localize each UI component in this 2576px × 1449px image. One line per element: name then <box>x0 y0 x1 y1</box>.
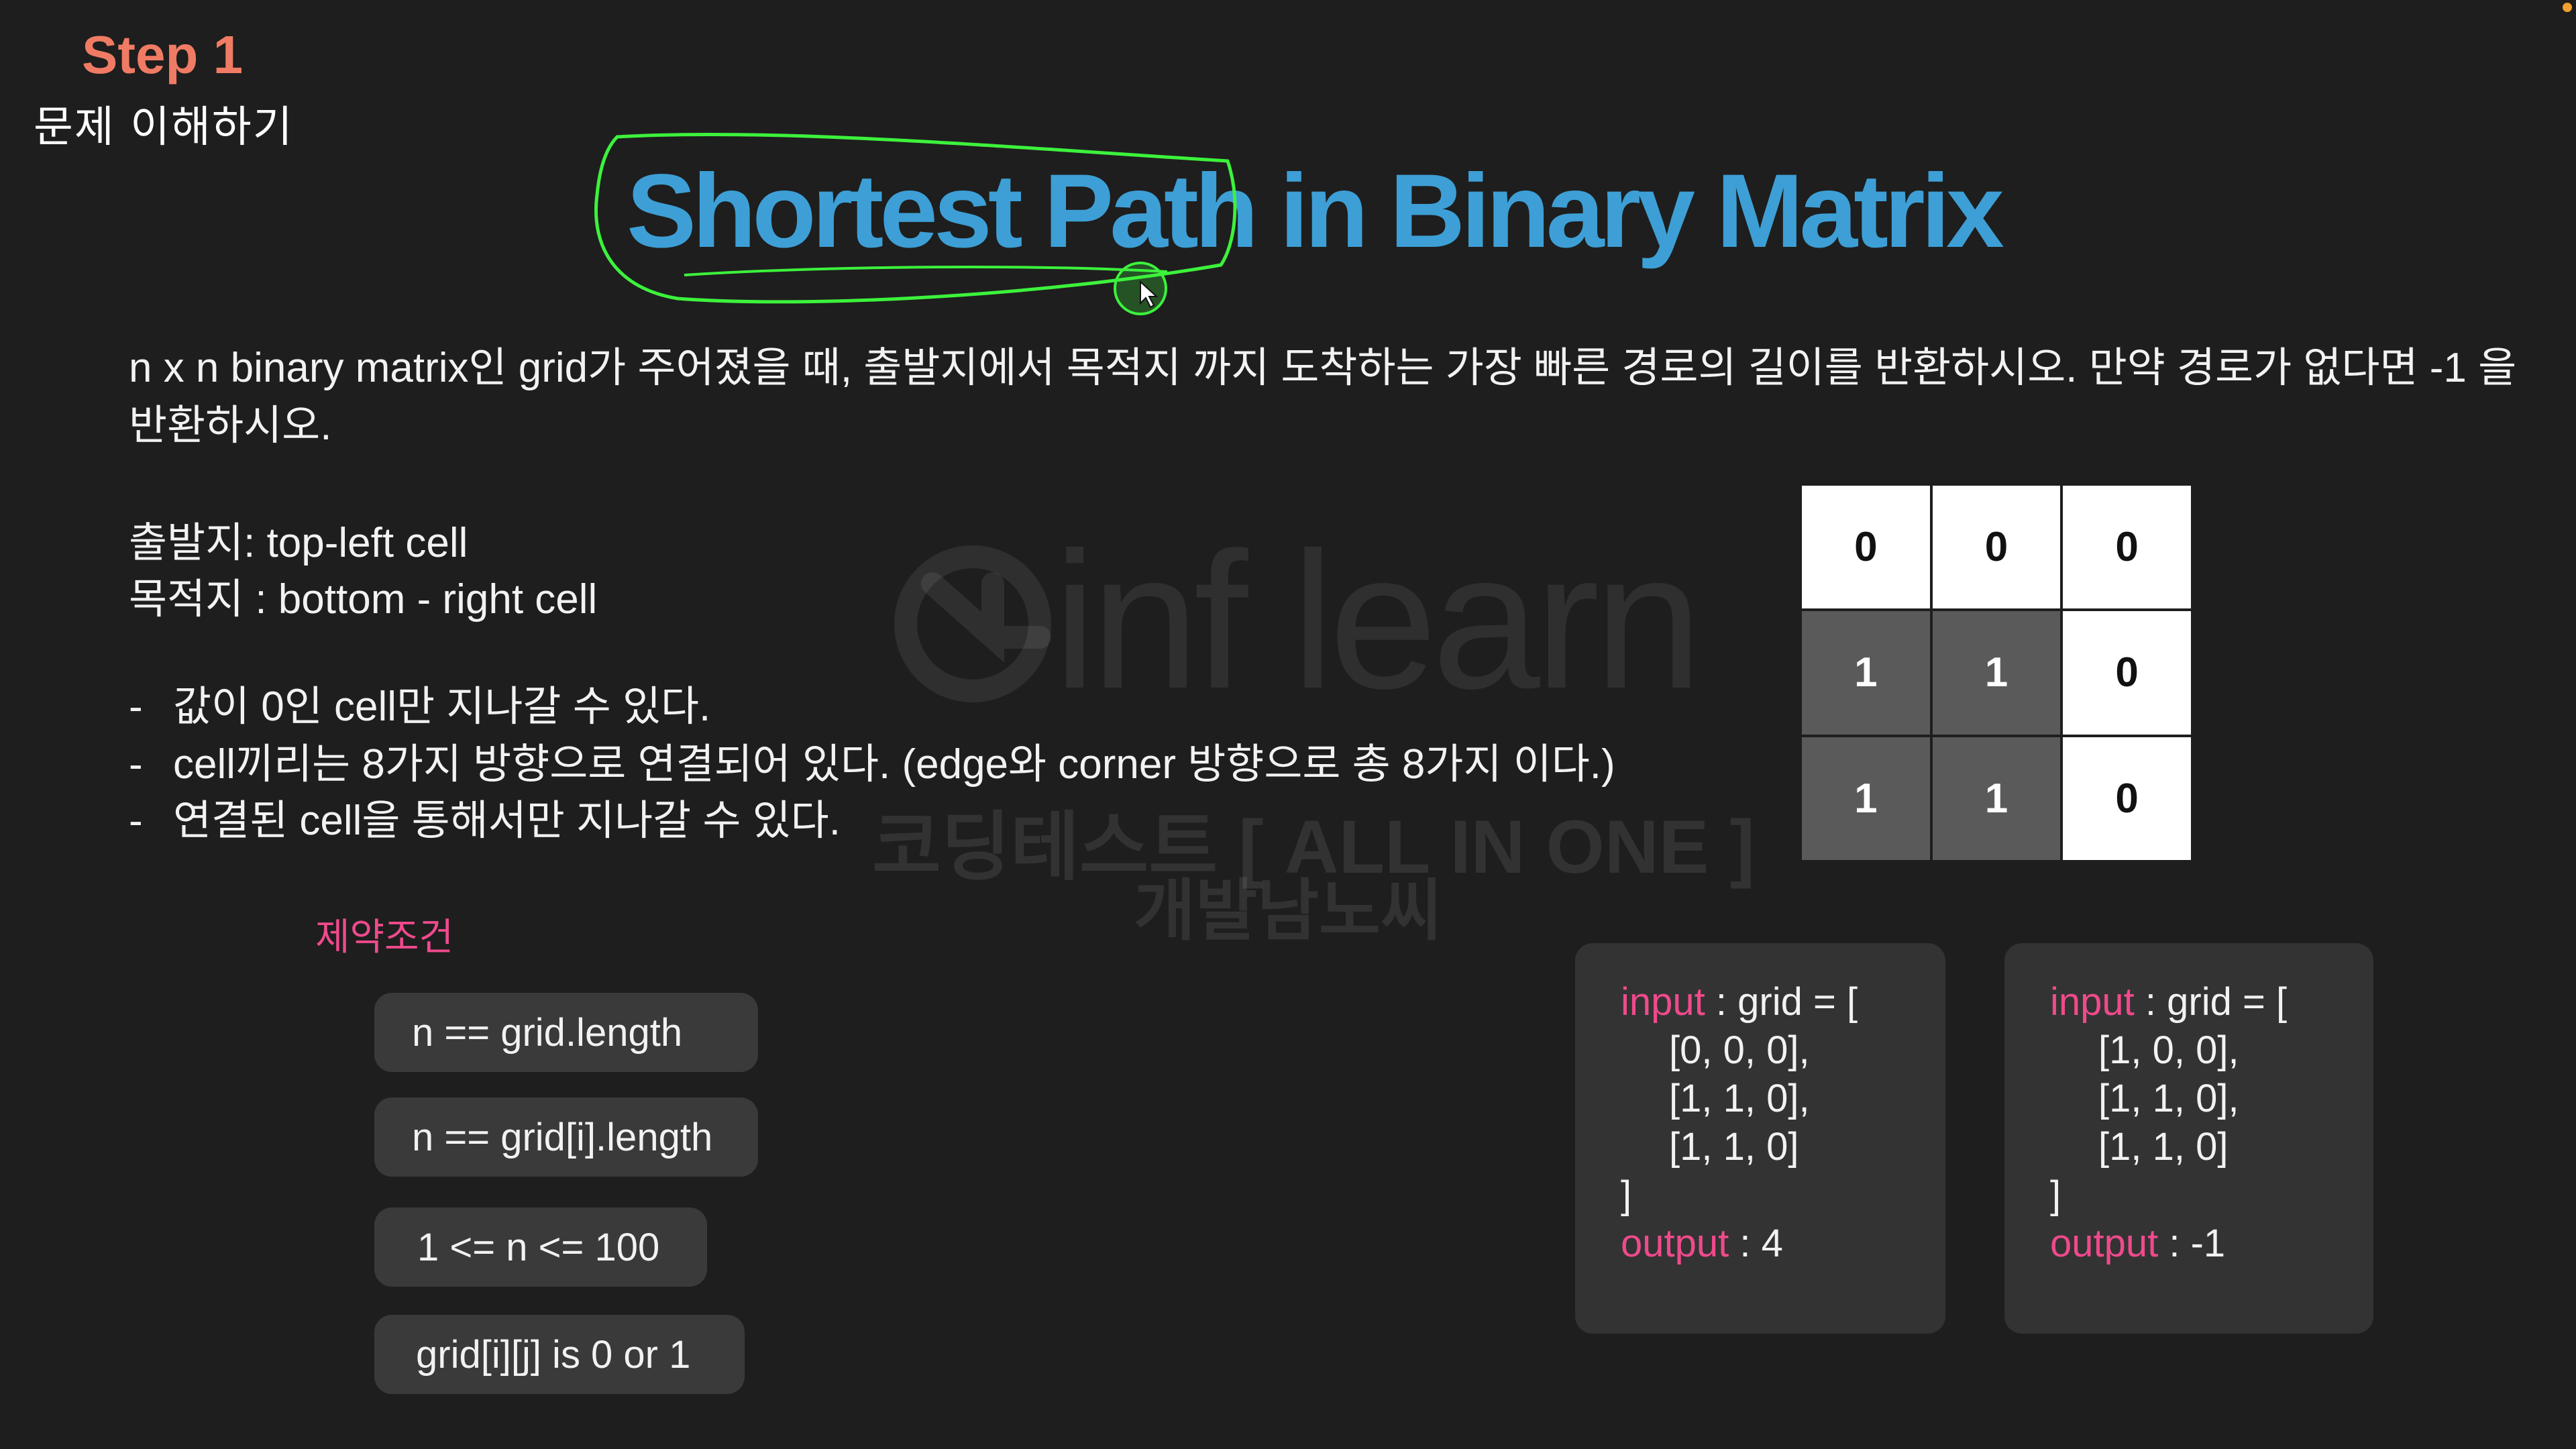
bullet-dash: - <box>129 798 143 844</box>
example-row: [1, 1, 0], <box>2098 1077 2239 1120</box>
matrix-cell: 1 <box>1802 737 1930 860</box>
example-output-line: output : -1 <box>2050 1220 2373 1268</box>
example-input-line: input : grid = [ <box>2050 978 2373 1026</box>
input-text: : grid = [ <box>2134 980 2288 1024</box>
constraint-pill: grid[i][j] is 0 or 1 <box>374 1315 745 1394</box>
constraint-pill: n == grid[i].length <box>374 1097 758 1177</box>
watermark-line-2: 개발남노씨 <box>1134 873 1442 949</box>
rule-item: - 값이 0인 cell만 지나갈 수 있다. <box>129 672 710 733</box>
inflearn-watermark-logo: inf learn <box>894 537 1697 711</box>
example-input-line: input : grid = [ <box>1621 978 1945 1026</box>
step-title: Step 1 <box>82 25 244 85</box>
matrix-cell: 0 <box>2063 486 2191 609</box>
constraints-title: 제약조건 <box>315 916 454 959</box>
bullet-dash: - <box>129 684 143 730</box>
bullet-dash: - <box>129 741 143 788</box>
output-keyword: output <box>1621 1222 1729 1265</box>
binary-matrix: 0 0 0 1 1 0 1 1 0 <box>1802 486 2191 860</box>
output-text: : -1 <box>2158 1222 2226 1265</box>
example-row: [1, 1, 0] <box>1669 1125 1799 1169</box>
example-card-1: input : grid = [ [0, 0, 0], [1, 1, 0], [… <box>1575 943 1945 1334</box>
example-card-2: input : grid = [ [1, 0, 0], [1, 1, 0], [… <box>2004 943 2373 1334</box>
highlight-annotation <box>594 132 1237 315</box>
example-output-line: output : 4 <box>1621 1220 1945 1268</box>
input-keyword: input <box>1621 980 1705 1024</box>
rule-text: cell끼리는 8가지 방향으로 연결되어 있다. (edge와 corner … <box>173 741 1615 788</box>
example-close-bracket: ] <box>2050 1173 2061 1217</box>
rule-text: 값이 0인 cell만 지나갈 수 있다. <box>173 684 711 730</box>
start-cell-text: 출발지: top-left cell <box>129 520 468 566</box>
matrix-cell: 0 <box>2063 611 2191 735</box>
matrix-cell: 0 <box>2063 737 2191 860</box>
input-keyword: input <box>2050 980 2135 1024</box>
constraint-pill: n == grid.length <box>374 993 758 1072</box>
matrix-cell: 1 <box>1802 611 1930 735</box>
matrix-cell: 0 <box>1802 486 1930 609</box>
end-cell-text: 목적지 : bottom - right cell <box>129 576 598 623</box>
rule-item: - cell끼리는 8가지 방향으로 연결되어 있다. (edge와 corner… <box>129 730 1615 790</box>
example-row: [1, 1, 0], <box>1669 1077 1810 1120</box>
output-keyword: output <box>2050 1222 2159 1265</box>
example-row: [1, 0, 0], <box>2098 1028 2239 1072</box>
input-text: : grid = [ <box>1705 980 1858 1024</box>
svg-text:inf learn: inf learn <box>1053 537 1697 711</box>
matrix-cell: 0 <box>1932 486 2061 609</box>
rule-item: - 연결된 cell을 통해서만 지나갈 수 있다. <box>129 786 841 847</box>
step-subtitle: 문제 이해하기 <box>34 103 294 152</box>
example-row: [0, 0, 0], <box>1669 1028 1810 1072</box>
problem-description: n x n binary matrix인 grid가 주어졌을 때, 출발지에서… <box>129 345 2517 449</box>
rule-text: 연결된 cell을 통해서만 지나갈 수 있다. <box>173 798 841 844</box>
constraint-pill: 1 <= n <= 100 <box>374 1208 707 1287</box>
matrix-cell: 1 <box>1932 737 2061 860</box>
matrix-cell: 1 <box>1932 611 2061 735</box>
example-row: [1, 1, 0] <box>2098 1125 2229 1169</box>
example-close-bracket: ] <box>1621 1173 1632 1217</box>
output-text: : 4 <box>1729 1222 1783 1265</box>
recording-dot <box>2563 3 2572 12</box>
